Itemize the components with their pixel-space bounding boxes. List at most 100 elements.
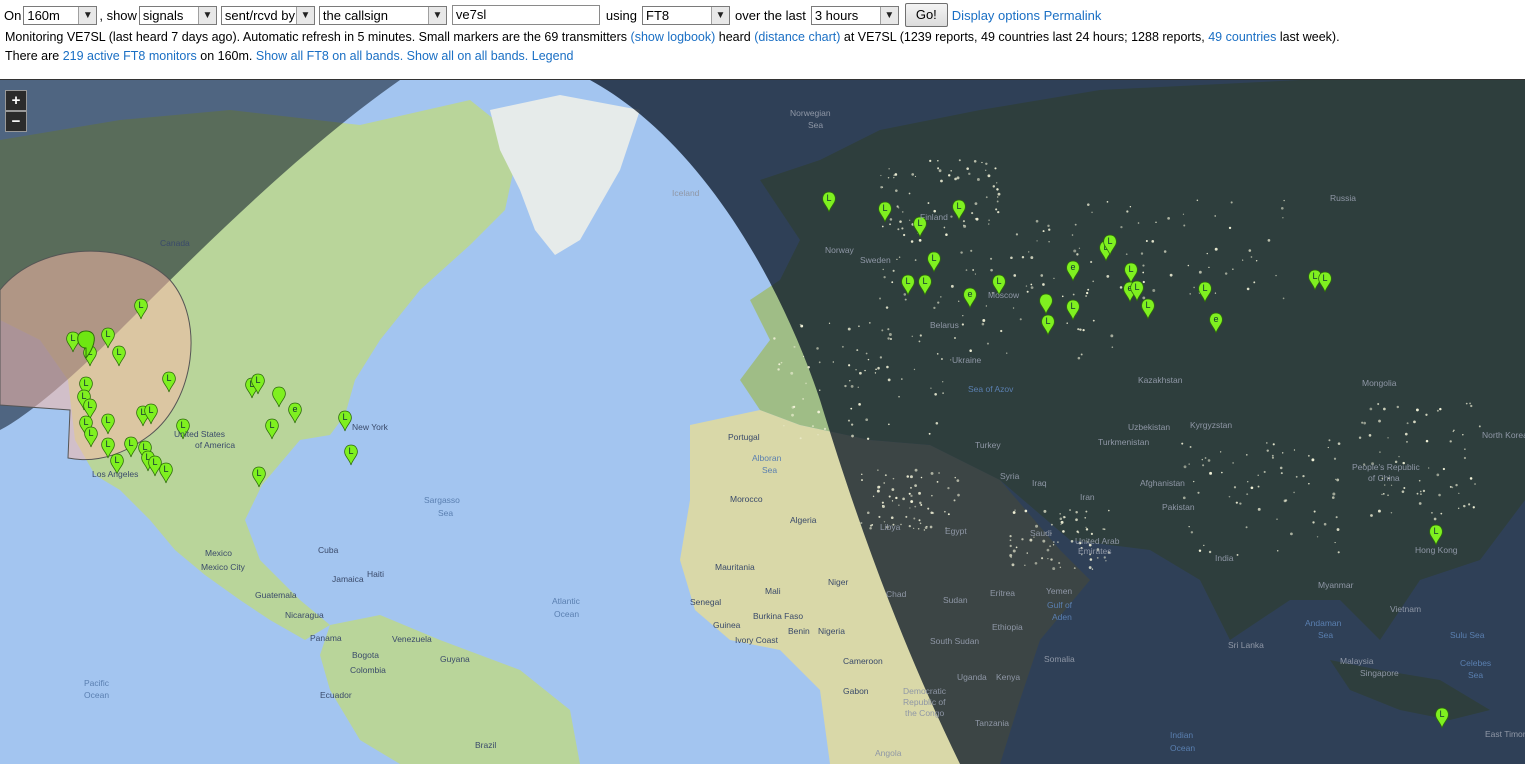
chevron-down-icon: ▼ bbox=[197, 6, 216, 24]
city-light bbox=[997, 210, 1000, 214]
city-light bbox=[953, 337, 956, 340]
permalink-link[interactable]: Permalink bbox=[1044, 8, 1102, 23]
city-light bbox=[858, 325, 860, 328]
city-light bbox=[1207, 459, 1211, 462]
city-light bbox=[1049, 545, 1052, 548]
city-light bbox=[1028, 251, 1030, 253]
city-light bbox=[1092, 280, 1095, 283]
city-light bbox=[995, 208, 998, 211]
go-button[interactable]: Go! bbox=[904, 3, 948, 27]
mode-select[interactable]: FT8 ▼ bbox=[642, 5, 730, 25]
band-select[interactable]: 160m ▼ bbox=[23, 5, 98, 25]
map-label: Bogota bbox=[352, 650, 379, 660]
show-all-ft8-link[interactable]: Show all FT8 on all bands. bbox=[256, 49, 403, 63]
city-light bbox=[1026, 552, 1028, 554]
map-label: Myanmar bbox=[1318, 580, 1354, 590]
map-label: Egypt bbox=[945, 526, 967, 536]
map-label: Mexico City bbox=[201, 562, 245, 572]
pin-letter: L bbox=[105, 415, 110, 425]
callsign-input[interactable]: ve7sl bbox=[451, 5, 600, 25]
city-light bbox=[1085, 528, 1089, 531]
pin-letter: L bbox=[88, 428, 93, 438]
map-label: Morocco bbox=[730, 494, 763, 504]
city-light bbox=[1464, 448, 1466, 450]
city-light bbox=[847, 419, 850, 422]
city-light bbox=[1077, 531, 1080, 534]
pin-letter: L bbox=[996, 276, 1001, 286]
map-label: Burkina Faso bbox=[753, 611, 804, 621]
pin-letter: L bbox=[256, 468, 261, 478]
city-light bbox=[1253, 281, 1256, 284]
city-light bbox=[811, 425, 814, 428]
city-light bbox=[918, 238, 922, 242]
city-light bbox=[878, 485, 881, 489]
city-light bbox=[1406, 422, 1409, 425]
pin-letter: L bbox=[1202, 283, 1207, 293]
city-light bbox=[961, 323, 964, 326]
city-light bbox=[1308, 483, 1310, 485]
map-label: Norwegian bbox=[790, 108, 831, 118]
city-light bbox=[1312, 521, 1315, 524]
city-light bbox=[926, 525, 928, 528]
city-light bbox=[1333, 457, 1337, 460]
distance-chart-link[interactable]: (distance chart) bbox=[754, 30, 840, 44]
pin-letter: L bbox=[826, 193, 831, 203]
city-light bbox=[1383, 407, 1386, 411]
city-light bbox=[997, 196, 999, 198]
city-light bbox=[832, 361, 834, 363]
city-light bbox=[1474, 483, 1476, 485]
countries-link[interactable]: 49 countries bbox=[1208, 30, 1276, 44]
city-light bbox=[938, 472, 940, 474]
city-light bbox=[969, 349, 972, 352]
city-light bbox=[945, 233, 948, 236]
city-light bbox=[888, 332, 892, 336]
show-all-bands-link[interactable]: Show all on all bands. bbox=[407, 49, 529, 63]
legend-link[interactable]: Legend bbox=[532, 49, 574, 63]
city-light bbox=[1463, 456, 1467, 460]
city-light bbox=[901, 211, 904, 213]
active-monitors-link[interactable]: 219 active FT8 monitors bbox=[63, 49, 197, 63]
city-light bbox=[1064, 516, 1066, 518]
map-label: Afghanistan bbox=[1140, 478, 1185, 488]
city-light bbox=[1169, 273, 1173, 277]
world-map[interactable]: LLLLLLLLLLLLLLLLLLLLLLLLLeLLLLLLLLLLLeLL… bbox=[0, 79, 1525, 764]
city-light bbox=[1010, 556, 1012, 559]
city-light bbox=[790, 371, 794, 375]
city-light bbox=[819, 389, 821, 391]
show-what-select[interactable]: signals ▼ bbox=[138, 5, 217, 25]
city-light bbox=[1050, 523, 1053, 526]
city-light bbox=[942, 381, 944, 383]
city-light bbox=[1242, 259, 1244, 261]
subject-select[interactable]: the callsign ▼ bbox=[318, 5, 447, 25]
city-light bbox=[1418, 479, 1421, 482]
period-select[interactable]: 3 hours ▼ bbox=[810, 5, 899, 25]
city-light bbox=[1046, 548, 1050, 552]
pin-letter: L bbox=[83, 417, 88, 427]
city-light bbox=[938, 169, 942, 173]
city-light bbox=[904, 298, 907, 301]
city-light bbox=[1126, 210, 1129, 213]
city-light bbox=[1361, 421, 1364, 424]
city-light bbox=[976, 178, 980, 181]
city-light bbox=[1358, 436, 1362, 440]
city-light bbox=[1041, 557, 1044, 560]
city-light bbox=[1214, 215, 1216, 217]
pin-letter: L bbox=[148, 405, 153, 415]
city-light bbox=[1072, 293, 1075, 296]
pin-letter: L bbox=[142, 442, 147, 452]
chevron-down-icon: ▼ bbox=[711, 6, 729, 24]
city-light bbox=[1327, 446, 1329, 449]
direction-select[interactable]: sent/rcvd by ▼ bbox=[220, 5, 315, 25]
show-logbook-link[interactable]: (show logbook) bbox=[631, 30, 716, 44]
city-light bbox=[1026, 290, 1029, 293]
city-light bbox=[1085, 295, 1088, 298]
map-label: Nigeria bbox=[818, 626, 845, 636]
zoom-out-button[interactable]: − bbox=[5, 111, 27, 132]
city-light bbox=[1431, 512, 1433, 514]
city-light bbox=[1187, 264, 1190, 267]
city-light bbox=[1069, 509, 1071, 511]
zoom-in-button[interactable]: + bbox=[5, 90, 27, 111]
map-label: Cameroon bbox=[843, 656, 883, 666]
city-light bbox=[1142, 271, 1145, 274]
display-options-link[interactable]: Display options bbox=[952, 8, 1040, 23]
